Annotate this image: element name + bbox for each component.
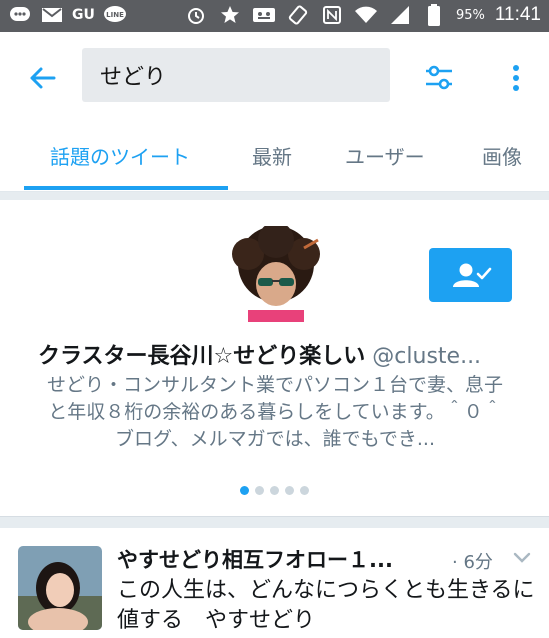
battery-icon	[422, 4, 446, 26]
wifi-icon	[354, 4, 378, 26]
tweet-author-name: やすせどり相互フオロー１...	[117, 548, 393, 572]
star-icon	[218, 4, 242, 26]
carousel-indicator	[240, 486, 309, 495]
search-input[interactable]: せどり	[82, 48, 390, 102]
gu-icon: GU	[72, 7, 95, 23]
tab-latest[interactable]: 最新	[252, 120, 292, 190]
signal-icon	[388, 4, 412, 26]
tweet-timestamp: · 6分	[452, 552, 493, 573]
tweet-text: この人生は、どんなにつらくとも生きるに値する やすせどり	[117, 578, 535, 633]
tab-users[interactable]: ユーザー	[345, 120, 425, 190]
person-check-icon	[452, 263, 491, 287]
alarm-icon	[184, 4, 208, 26]
voicemail-icon	[252, 4, 276, 26]
tab-images[interactable]: 画像	[482, 120, 522, 190]
chat-bubble-icon	[8, 4, 32, 26]
filter-sliders-icon	[426, 65, 452, 90]
carousel-dot[interactable]	[240, 486, 249, 495]
rotate-icon	[286, 4, 310, 26]
user-name-line: クラスター長谷川☆せどり楽しい @cluste...	[38, 338, 518, 370]
active-tab-indicator	[24, 186, 228, 190]
user-bio: せどり・コンサルタント業でパソコン１台で妻、息子と年収８桁の余裕のある暮らしをし…	[46, 374, 503, 450]
tab-top-tweets[interactable]: 話題のツイート	[50, 120, 190, 190]
tweet-avatar[interactable]	[18, 546, 102, 630]
status-bar: GU LINE 95% 11:41	[0, 0, 549, 32]
status-bar-left: GU LINE	[8, 4, 127, 26]
back-button[interactable]	[22, 58, 62, 98]
user-card[interactable]: クラスター長谷川☆せどり楽しい @cluste... せどり・コンサルタント業で…	[0, 200, 549, 516]
battery-percent: 95%	[455, 7, 485, 23]
more-options-button[interactable]	[498, 58, 534, 98]
carousel-dot[interactable]	[255, 486, 264, 495]
follow-button[interactable]	[429, 248, 512, 302]
gmail-icon	[40, 4, 64, 26]
status-bar-right: 95% 11:41	[184, 4, 541, 26]
vertical-ellipsis-icon	[513, 65, 519, 91]
user-handle: @cluste...	[372, 344, 482, 369]
svg-text:LINE: LINE	[106, 11, 124, 19]
carousel-dot[interactable]	[270, 486, 279, 495]
carousel-dot[interactable]	[285, 486, 294, 495]
search-filter-button[interactable]	[419, 58, 459, 98]
tweet-item[interactable]: やすせどり相互フオロー１... · 6分 この人生は、どんなにつらくとも生きるに…	[0, 528, 549, 638]
divider	[0, 516, 549, 528]
clock-time: 11:41	[494, 4, 541, 25]
line-icon: LINE	[103, 4, 127, 26]
nfc-icon	[320, 4, 344, 26]
avatar[interactable]	[228, 226, 324, 322]
search-tabs: 話題のツイート 最新 ユーザー 画像	[0, 120, 549, 192]
carousel-dot[interactable]	[300, 486, 309, 495]
search-app-bar: せどり	[0, 32, 549, 120]
chevron-down-icon[interactable]	[512, 550, 532, 566]
user-display-name: クラスター長谷川☆せどり楽しい	[38, 344, 366, 369]
divider	[0, 192, 549, 200]
back-arrow-icon	[30, 67, 56, 89]
